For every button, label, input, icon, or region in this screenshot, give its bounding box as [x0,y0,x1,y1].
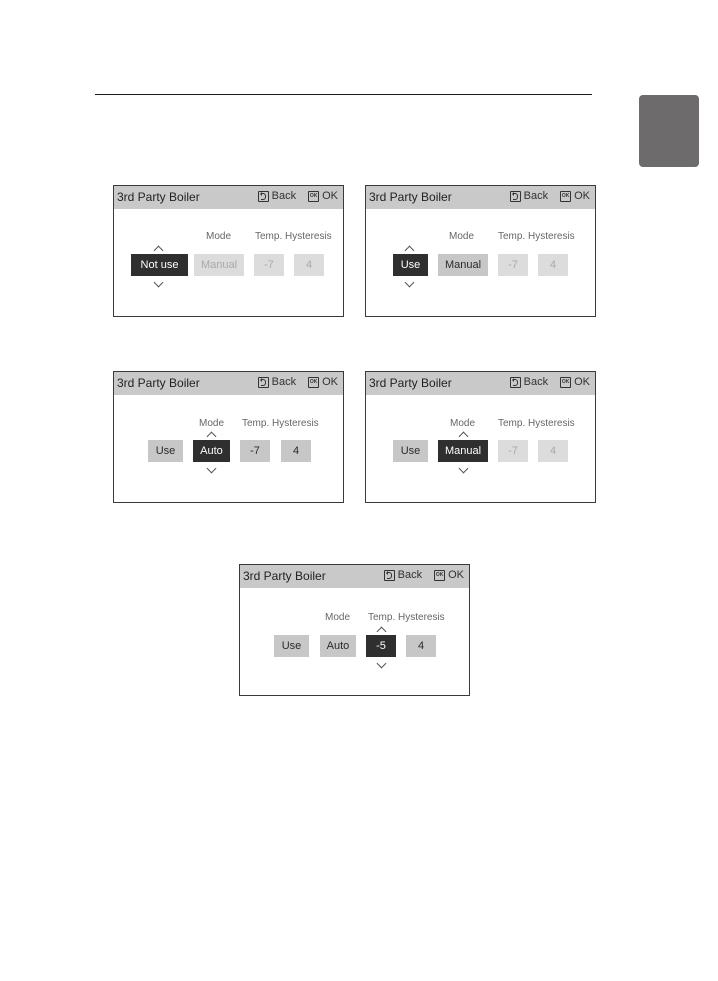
mode-selector[interactable]: Manual [438,440,488,462]
ok-icon[interactable]: OK [308,376,320,388]
back-label[interactable]: Back [272,376,296,388]
hysteresis-selector[interactable]: 4 [538,254,568,276]
temp-selector[interactable]: -7 [498,440,528,462]
ok-icon[interactable]: OK [560,190,572,202]
mode-label: Mode [450,418,476,429]
temp-selector[interactable]: -5 [366,635,396,657]
back-icon[interactable] [509,190,521,202]
hysteresis-selector[interactable]: 4 [406,635,436,657]
ok-icon[interactable]: OK [434,569,446,581]
hysteresis-label: Temp. Hysteresis [255,231,332,242]
use-selector[interactable]: Use [393,440,428,462]
ok-label[interactable]: OK [574,376,590,388]
use-selector[interactable]: Not use [131,254,188,276]
hysteresis-label: Temp. Hysteresis [498,418,575,429]
screen-temp-hysteresis: 3rd Party Boiler Back OK OK Mode Temp. H… [239,564,470,696]
use-selector[interactable]: Use [274,635,309,657]
temp-selector[interactable]: -7 [254,254,284,276]
ok-label[interactable]: OK [448,569,464,581]
chevron-down-icon[interactable] [153,277,164,288]
chevron-down-icon[interactable] [376,658,387,669]
screen-title: 3rd Party Boiler [117,190,200,204]
header-rule [95,94,592,95]
ok-label[interactable]: OK [322,376,338,388]
mode-selector[interactable]: Manual [194,254,244,276]
chevron-down-icon[interactable] [206,463,217,474]
screen-header: 3rd Party Boiler Back OK OK [366,186,595,209]
hysteresis-selector[interactable]: 4 [538,440,568,462]
hysteresis-label: Temp. Hysteresis [368,612,445,623]
back-icon[interactable] [383,569,395,581]
mode-label: Mode [449,231,475,242]
screen-title: 3rd Party Boiler [117,376,200,390]
back-label[interactable]: Back [398,569,422,581]
ok-icon[interactable]: OK [560,376,572,388]
back-label[interactable]: Back [524,190,548,202]
back-icon[interactable] [257,190,269,202]
ok-label[interactable]: OK [574,190,590,202]
ok-label[interactable]: OK [322,190,338,202]
screen-header: 3rd Party Boiler Back OK OK [114,186,343,209]
chevron-down-icon[interactable] [458,463,469,474]
screen-title: 3rd Party Boiler [369,376,452,390]
mode-selector[interactable]: Manual [438,254,488,276]
screen-header: 3rd Party Boiler Back OK OK [366,372,595,395]
temp-selector[interactable]: -7 [240,440,270,462]
chapter-tab [639,95,699,167]
temp-selector[interactable]: -7 [498,254,528,276]
mode-selector[interactable]: Auto [193,440,230,462]
hysteresis-label: Temp. Hysteresis [498,231,575,242]
mode-label: Mode [199,418,225,429]
use-selector[interactable]: Use [393,254,428,276]
use-selector[interactable]: Use [148,440,183,462]
hysteresis-selector[interactable]: 4 [294,254,324,276]
screen-header: 3rd Party Boiler Back OK OK [114,372,343,395]
back-icon[interactable] [509,376,521,388]
screen-mode-auto: 3rd Party Boiler Back OK OK Mode Temp. H… [113,371,344,503]
screen-title: 3rd Party Boiler [243,569,326,583]
hysteresis-selector[interactable]: 4 [281,440,311,462]
back-icon[interactable] [257,376,269,388]
back-label[interactable]: Back [272,190,296,202]
back-label[interactable]: Back [524,376,548,388]
mode-selector[interactable]: Auto [320,635,356,657]
screen-title: 3rd Party Boiler [369,190,452,204]
mode-label: Mode [206,231,232,242]
screen-header: 3rd Party Boiler Back OK OK [240,565,469,588]
chevron-down-icon[interactable] [404,277,415,288]
screen-not-use: 3rd Party Boiler Back OK OK Mode Temp. H… [113,185,344,317]
hysteresis-label: Temp. Hysteresis [242,418,319,429]
screen-use: 3rd Party Boiler Back OK OK Mode Temp. H… [365,185,596,317]
screen-mode-manual: 3rd Party Boiler Back OK OK Mode Temp. H… [365,371,596,503]
mode-label: Mode [325,612,351,623]
ok-icon[interactable]: OK [308,190,320,202]
